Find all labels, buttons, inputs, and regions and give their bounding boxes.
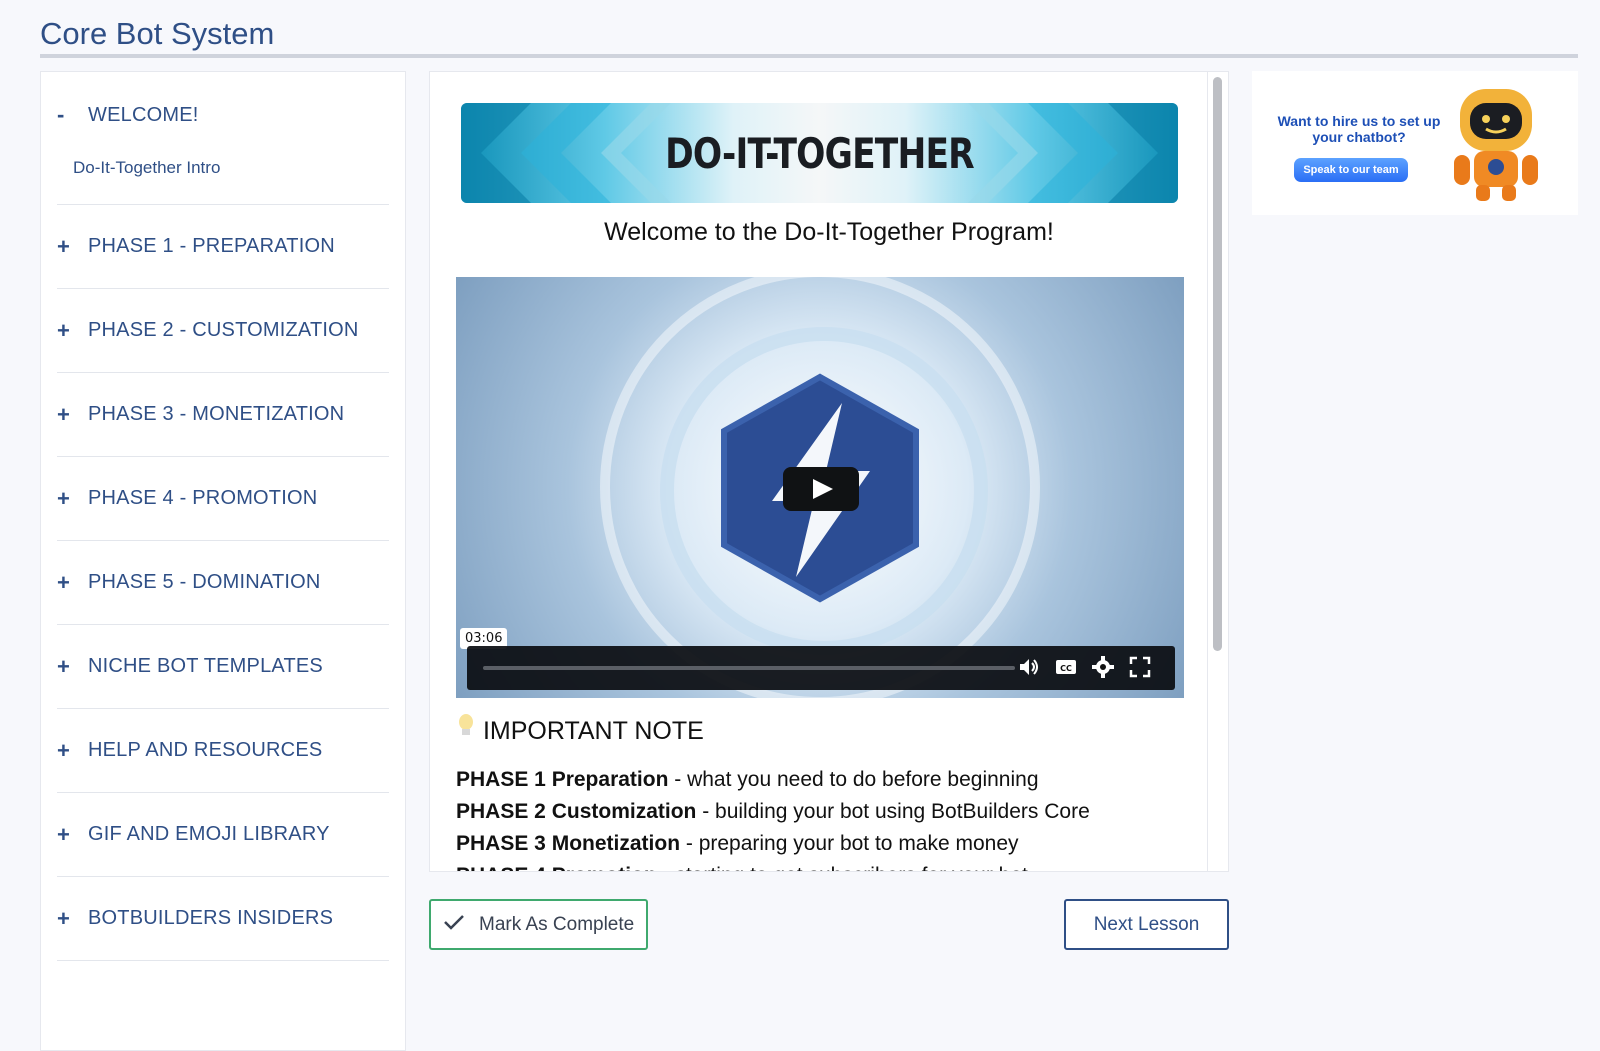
expand-icon[interactable]: + — [57, 822, 88, 848]
phase-line: PHASE 2 Customization - building your bo… — [456, 796, 1090, 828]
phase-desc: - building your bot using BotBuilders Co… — [696, 800, 1090, 823]
expand-icon[interactable]: + — [57, 738, 88, 764]
expand-icon[interactable]: + — [57, 654, 88, 680]
module-label[interactable]: WELCOME! — [88, 104, 199, 127]
module-phase-1: + PHASE 1 - PREPARATION — [57, 205, 389, 289]
phase-desc: - starting to get subscribers for your b… — [657, 864, 1028, 871]
module-phase-3: + PHASE 3 - MONETIZATION — [57, 373, 389, 457]
module-phase-2: + PHASE 2 - CUSTOMIZATION — [57, 289, 389, 373]
video-progress-bar[interactable] — [483, 666, 1015, 670]
expand-icon[interactable]: + — [57, 486, 88, 512]
phase-desc: - preparing your bot to make money — [680, 832, 1019, 855]
video-controls: CC — [467, 646, 1175, 690]
module-label[interactable]: PHASE 5 - DOMINATION — [88, 571, 321, 594]
settings-icon[interactable] — [1090, 655, 1116, 681]
phase-desc: - what you need to do before beginning — [668, 768, 1039, 791]
module-niche-templates: + NICHE BOT TEMPLATES — [57, 625, 389, 709]
phase-line: PHASE 1 Preparation - what you need to d… — [456, 764, 1090, 796]
scrollbar-thumb[interactable] — [1213, 77, 1222, 651]
collapse-icon[interactable]: - — [57, 102, 88, 128]
module-header-phase-5[interactable]: + PHASE 5 - DOMINATION — [57, 541, 389, 624]
page-header: Core Bot System — [40, 14, 1578, 58]
fullscreen-icon[interactable] — [1127, 655, 1153, 681]
robot-mascot-icon — [1454, 89, 1538, 201]
expand-icon[interactable]: + — [57, 318, 88, 344]
phase-name: PHASE 1 Preparation — [456, 768, 669, 791]
expand-icon[interactable]: + — [57, 234, 88, 260]
module-header-help-resources[interactable]: + HELP AND RESOURCES — [57, 709, 389, 792]
expand-icon[interactable]: + — [57, 402, 88, 428]
lesson-heading: Welcome to the Do-It-Together Program! — [604, 218, 1054, 246]
phase-list: PHASE 1 Preparation - what you need to d… — [456, 764, 1090, 871]
page-title: Core Bot System — [40, 16, 275, 51]
important-note-heading: IMPORTANT NOTE — [456, 713, 704, 746]
banner-title: DO-IT-TOGETHER — [665, 129, 975, 178]
promo-text: Want to hire us to set up your chatbot? — [1277, 113, 1441, 145]
module-gif-emoji: + GIF AND EMOJI LIBRARY — [57, 793, 389, 877]
expand-icon[interactable]: + — [57, 570, 88, 596]
lesson-link-intro[interactable]: Do-It-Together Intro — [57, 158, 389, 204]
module-header-phase-2[interactable]: + PHASE 2 - CUSTOMIZATION — [57, 289, 389, 372]
play-button[interactable] — [783, 467, 859, 511]
module-phase-4: + PHASE 4 - PROMOTION — [57, 457, 389, 541]
promo-banner[interactable]: Want to hire us to set up your chatbot? … — [1252, 71, 1578, 215]
module-label[interactable]: PHASE 3 - MONETIZATION — [88, 403, 344, 426]
module-header-insiders[interactable]: + BOTBUILDERS INSIDERS — [57, 877, 389, 960]
checkmark-icon — [443, 913, 465, 937]
module-label[interactable]: BOTBUILDERS INSIDERS — [88, 907, 333, 930]
module-header-gif-emoji[interactable]: + GIF AND EMOJI LIBRARY — [57, 793, 389, 876]
phase-name: PHASE 4 Promotion — [456, 864, 657, 871]
phase-name: PHASE 2 Customization — [456, 800, 697, 823]
mark-complete-button[interactable]: Mark As Complete — [429, 899, 648, 950]
module-header-phase-1[interactable]: + PHASE 1 - PREPARATION — [57, 205, 389, 288]
lesson-content[interactable]: DO-IT-TOGETHER Welcome to the Do-It-Toge… — [429, 71, 1229, 872]
module-label[interactable]: PHASE 1 - PREPARATION — [88, 235, 335, 258]
next-lesson-label: Next Lesson — [1093, 913, 1200, 935]
module-phase-5: + PHASE 5 - DOMINATION — [57, 541, 389, 625]
module-insiders: + BOTBUILDERS INSIDERS — [57, 877, 389, 961]
module-label[interactable]: HELP AND RESOURCES — [88, 739, 322, 762]
module-welcome: - WELCOME! Do-It-Together Intro — [57, 72, 389, 205]
lightbulb-icon — [456, 714, 483, 745]
module-label[interactable]: PHASE 2 - CUSTOMIZATION — [88, 319, 359, 342]
captions-icon[interactable]: CC — [1053, 655, 1079, 681]
module-label[interactable]: NICHE BOT TEMPLATES — [88, 655, 323, 678]
volume-icon[interactable] — [1016, 655, 1042, 681]
mark-complete-label: Mark As Complete — [479, 913, 635, 935]
important-note-text: IMPORTANT NOTE — [482, 717, 704, 745]
module-label[interactable]: GIF AND EMOJI LIBRARY — [88, 823, 330, 846]
module-header-niche-templates[interactable]: + NICHE BOT TEMPLATES — [57, 625, 389, 708]
speak-to-team-button[interactable]: Speak to our team — [1294, 158, 1408, 182]
module-label[interactable]: PHASE 4 - PROMOTION — [88, 487, 317, 510]
lesson-banner: DO-IT-TOGETHER — [461, 103, 1178, 203]
phase-line: PHASE 4 Promotion - starting to get subs… — [456, 860, 1090, 871]
phase-line: PHASE 3 Monetization - preparing your bo… — [456, 828, 1090, 860]
phase-name: PHASE 3 Monetization — [456, 832, 681, 855]
next-lesson-button[interactable]: Next Lesson — [1064, 899, 1229, 950]
video-player[interactable]: 03:06 CC — [456, 277, 1184, 698]
course-sidebar: - WELCOME! Do-It-Together Intro + PHASE … — [40, 71, 406, 1051]
module-help-resources: + HELP AND RESOURCES — [57, 709, 389, 793]
svg-text:CC: CC — [1060, 664, 1072, 673]
expand-icon[interactable]: + — [57, 906, 88, 932]
module-header-phase-3[interactable]: + PHASE 3 - MONETIZATION — [57, 373, 389, 456]
module-header-welcome[interactable]: - WELCOME! — [57, 72, 389, 158]
content-scrollbar[interactable] — [1207, 72, 1228, 871]
module-header-phase-4[interactable]: + PHASE 4 - PROMOTION — [57, 457, 389, 540]
